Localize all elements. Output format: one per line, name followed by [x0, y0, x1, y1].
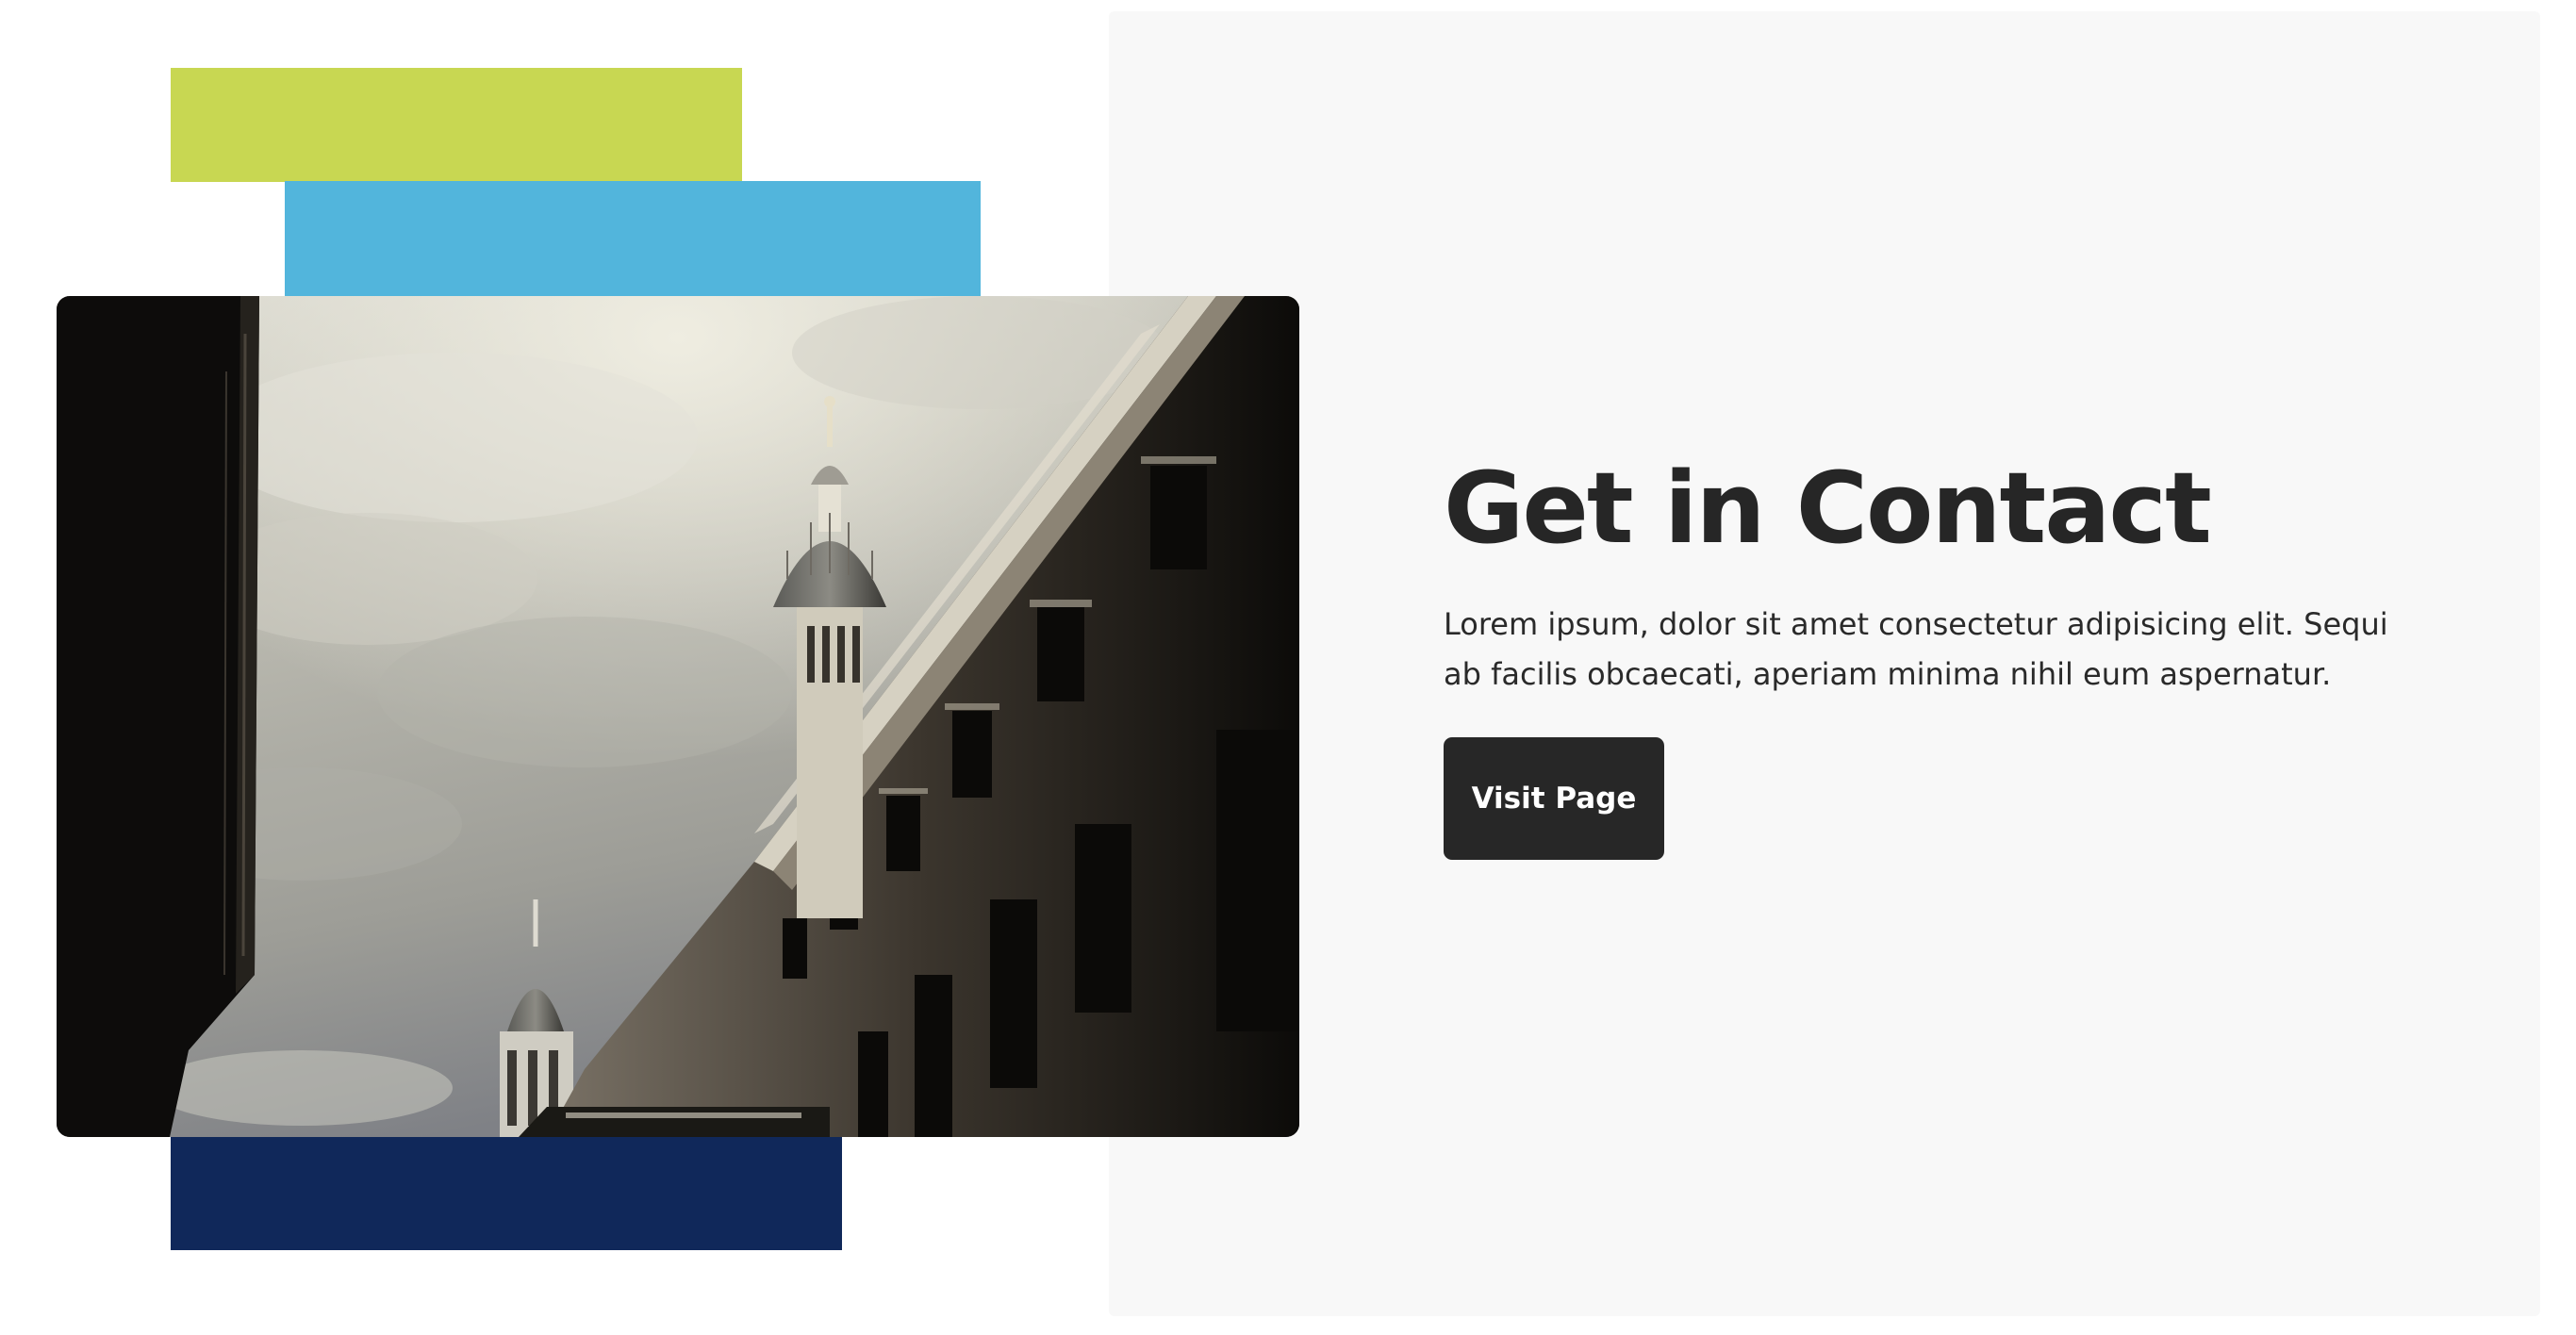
section-title: Get in Contact — [1444, 451, 2212, 566]
building-photo — [57, 296, 1299, 1137]
section-description: Lorem ipsum, dolor sit amet consectetur … — [1444, 605, 2388, 692]
contact-text-block: Get in Contact Lorem ipsum, dolor sit am… — [1444, 451, 2443, 860]
accent-bar-navy — [171, 1135, 842, 1250]
accent-bar-lime — [171, 68, 742, 182]
contact-section: Get in Contact Lorem ipsum, dolor sit am… — [0, 0, 2576, 1335]
accent-bar-sky — [285, 181, 981, 296]
visit-page-button[interactable]: Visit Page — [1444, 736, 1664, 860]
building-photo-illustration — [57, 296, 1299, 1137]
